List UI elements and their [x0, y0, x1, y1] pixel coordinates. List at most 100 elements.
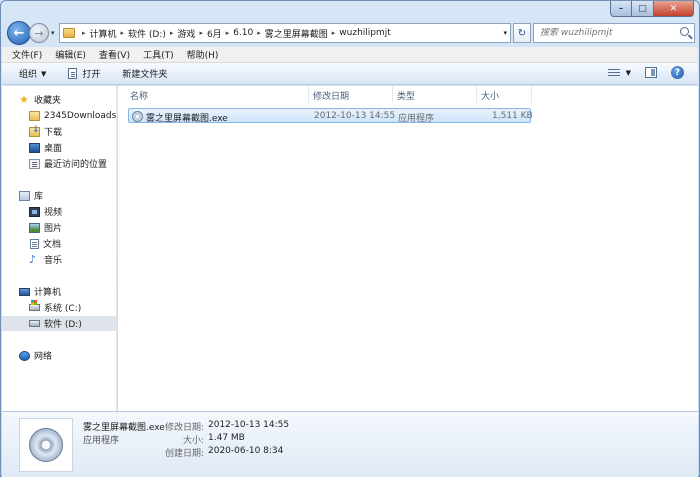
new-folder-button[interactable]: 新建文件夹: [122, 67, 167, 80]
nav-libraries-label: 库: [34, 192, 44, 202]
recent-places-icon: [29, 158, 40, 169]
nav-item-label: 最近访问的位置: [44, 160, 108, 170]
nav-item-videos[interactable]: 视频: [2, 204, 117, 219]
minimize-button[interactable]: –: [610, 1, 632, 17]
nav-item-downloads[interactable]: 下载: [2, 124, 117, 139]
nav-item-label: 系统 (C:): [44, 304, 82, 314]
chevron-down-icon: ▼: [41, 69, 47, 78]
menu-help[interactable]: 帮助(H): [187, 48, 219, 61]
nav-item-recent[interactable]: 最近访问的位置: [2, 156, 117, 171]
help-icon[interactable]: ?: [671, 66, 684, 79]
nav-network[interactable]: 网络: [2, 348, 117, 363]
application-icon: [132, 111, 143, 122]
nav-item-documents[interactable]: 文档: [2, 236, 117, 251]
recent-pages-caret-icon[interactable]: ▾: [51, 29, 55, 37]
breadcrumb-games[interactable]: 游戏: [177, 27, 195, 40]
details-pane: 雾之里屏幕截图.exe 应用程序 修改日期: 2012-10-13 14:55 …: [2, 411, 698, 477]
maximize-button[interactable]: □: [632, 1, 654, 17]
column-divider[interactable]: [392, 86, 393, 103]
column-headers: 名称 修改日期 类型 大小: [118, 86, 532, 103]
address-bar[interactable]: ▸ 计算机 ▸ 软件 (D:) ▸ 游戏 ▸ 6月 ▸ 6.10 ▸ 雾之里屏幕…: [59, 23, 511, 43]
nav-item-label: 2345Downloads: [44, 110, 117, 121]
preview-pane-icon[interactable]: [645, 67, 657, 78]
back-button[interactable]: ←: [7, 21, 31, 45]
address-dropdown-icon[interactable]: ▾: [503, 29, 507, 37]
new-folder-label: 新建文件夹: [122, 70, 168, 80]
details-size: 1.47 MB: [208, 433, 245, 443]
breadcrumb-drive[interactable]: 软件 (D:): [128, 27, 166, 40]
close-button[interactable]: ✕: [654, 1, 694, 17]
breadcrumb-screenshots[interactable]: 雾之里屏幕截图: [265, 27, 328, 40]
star-icon: ★: [19, 92, 29, 106]
network-icon: [19, 350, 30, 361]
navigation-pane: ★ 收藏夹 2345Downloads 下载 桌面 最近访问的位置 库 视频: [2, 86, 117, 411]
search-box[interactable]: [533, 23, 695, 43]
details-created: 2020-06-10 8:34: [208, 446, 284, 456]
nav-item-drive-c[interactable]: 系统 (C:): [2, 300, 117, 315]
chevron-right-icon[interactable]: ▸: [82, 29, 86, 37]
toolbar-right: ▼ ?: [607, 66, 684, 79]
download-folder-icon: [29, 125, 40, 137]
computer-icon: [19, 287, 30, 296]
organize-label: 组织: [19, 70, 38, 80]
picture-icon: [29, 222, 40, 233]
nav-computer[interactable]: 计算机: [2, 284, 117, 299]
file-size: 1,511 KB: [492, 111, 533, 121]
breadcrumb-computer[interactable]: 计算机: [90, 27, 117, 40]
column-divider[interactable]: [308, 86, 309, 103]
file-name: 雾之里屏幕截图.exe: [146, 114, 228, 124]
details-created-label: 创建日期:: [164, 449, 204, 459]
nav-item-label: 音乐: [44, 256, 63, 266]
search-icon[interactable]: [680, 27, 689, 36]
nav-item-desktop[interactable]: 桌面: [2, 140, 117, 155]
file-row[interactable]: 雾之里屏幕截图.exe 2012-10-13 14:55 应用程序 1,511 …: [128, 108, 533, 124]
breadcrumb-6-10[interactable]: 6.10: [233, 28, 253, 38]
chevron-right-icon[interactable]: ▸: [257, 29, 261, 37]
nav-item-music[interactable]: ♪ 音乐: [2, 252, 117, 267]
nav-favorites[interactable]: ★ 收藏夹: [2, 92, 117, 107]
open-icon: [68, 68, 78, 79]
breadcrumb-june[interactable]: 6月: [207, 27, 222, 40]
command-bar: 组织 ▼ 打开 新建文件夹 ▼ ?: [2, 63, 698, 85]
breadcrumb-current[interactable]: wuzhilipmjt: [339, 28, 391, 38]
folder-icon: [29, 110, 40, 121]
video-icon: [29, 206, 40, 217]
menu-bar: 文件(F) 编辑(E) 查看(V) 工具(T) 帮助(H): [2, 47, 698, 63]
chevron-right-icon[interactable]: ▸: [199, 29, 203, 37]
search-input[interactable]: [540, 28, 670, 38]
music-note-icon: ♪: [29, 252, 37, 266]
nav-item-2345downloads[interactable]: 2345Downloads: [2, 108, 117, 123]
nav-libraries[interactable]: 库: [2, 188, 117, 203]
nav-item-label: 桌面: [44, 144, 63, 154]
desktop-icon: [29, 142, 40, 153]
column-type[interactable]: 类型: [397, 89, 415, 102]
file-modified: 2012-10-13 14:55: [314, 111, 396, 121]
chevron-right-icon[interactable]: ▸: [170, 29, 174, 37]
forward-button[interactable]: →: [29, 23, 49, 43]
open-button[interactable]: 打开: [68, 67, 100, 80]
open-label: 打开: [82, 70, 101, 80]
chevron-right-icon[interactable]: ▸: [121, 29, 125, 37]
column-size[interactable]: 大小: [481, 89, 499, 102]
refresh-button[interactable]: ↻: [513, 23, 531, 43]
menu-view[interactable]: 查看(V): [99, 48, 130, 61]
nav-item-pictures[interactable]: 图片: [2, 220, 117, 235]
organize-button[interactable]: 组织 ▼: [19, 67, 47, 81]
drive-icon: [29, 320, 40, 327]
column-name[interactable]: 名称: [130, 89, 148, 102]
details-file-type: 应用程序: [83, 436, 120, 446]
nav-favorites-label: 收藏夹: [34, 96, 62, 106]
nav-computer-label: 计算机: [34, 288, 62, 298]
explorer-window: – □ ✕ ← → ▾ ▸ 计算机 ▸ 软件 (D:) ▸ 游戏 ▸ 6月 ▸ …: [0, 0, 700, 477]
column-divider[interactable]: [531, 86, 532, 103]
chevron-right-icon[interactable]: ▸: [332, 29, 336, 37]
menu-edit[interactable]: 编辑(E): [55, 48, 86, 61]
menu-file[interactable]: 文件(F): [12, 48, 42, 61]
nav-item-drive-d[interactable]: 软件 (D:): [2, 316, 117, 331]
chevron-right-icon[interactable]: ▸: [226, 29, 230, 37]
menu-tools[interactable]: 工具(T): [143, 48, 174, 61]
column-modified[interactable]: 修改日期: [313, 89, 349, 102]
column-divider[interactable]: [476, 86, 477, 103]
views-dropdown-icon[interactable]: ▼: [626, 69, 631, 77]
change-view-icon[interactable]: [607, 68, 620, 78]
